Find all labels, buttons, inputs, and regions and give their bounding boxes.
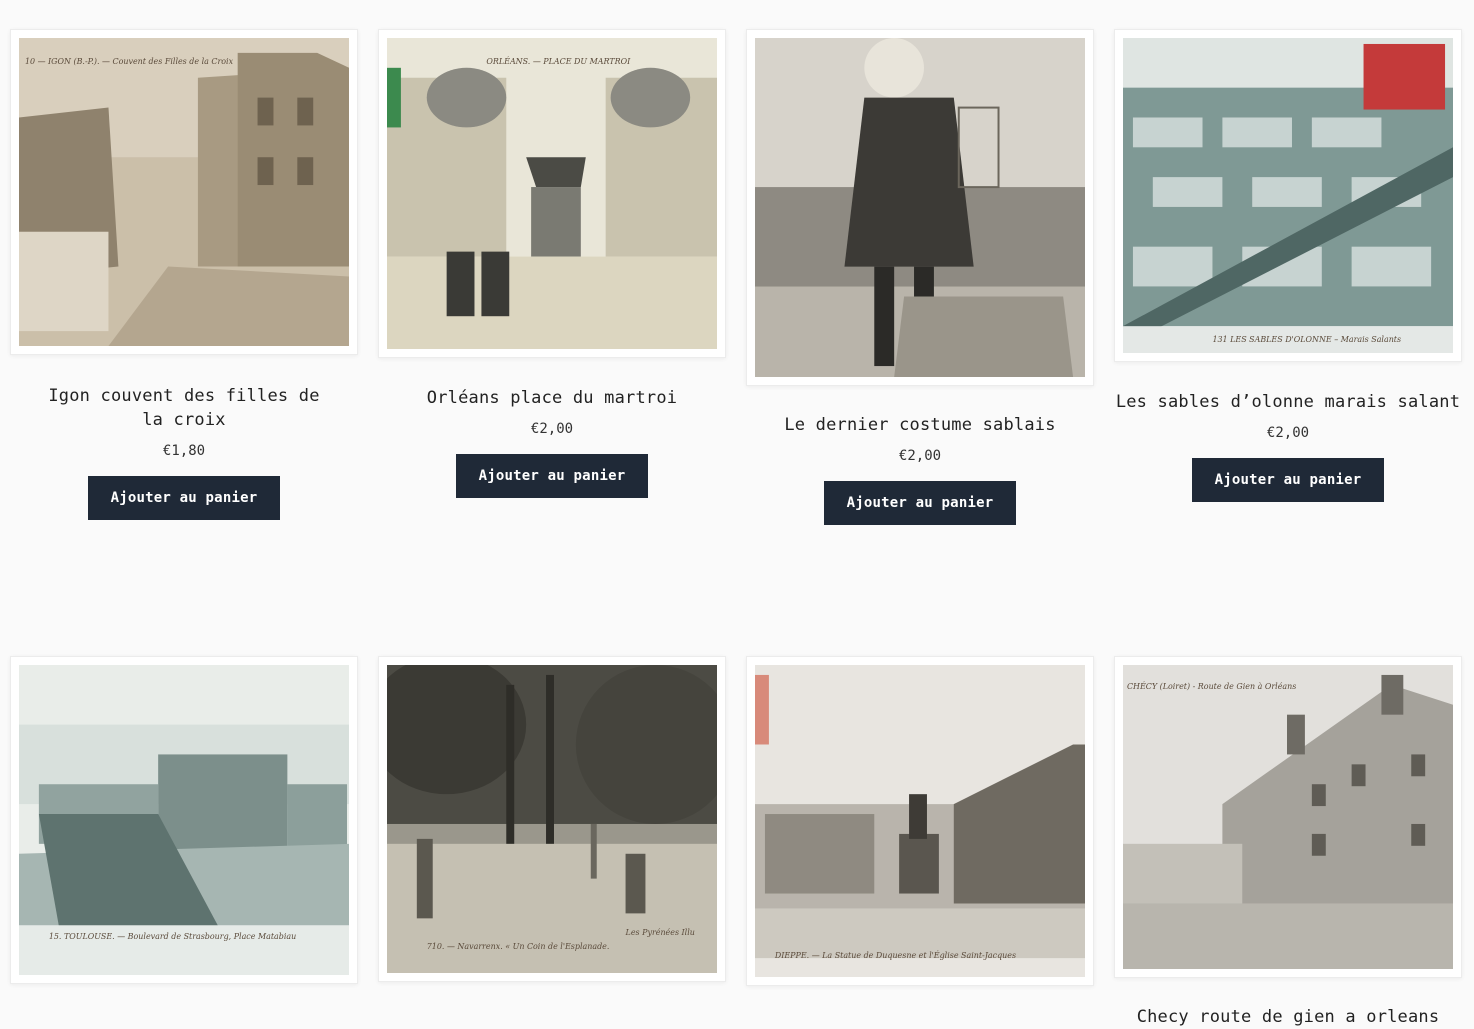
product-price: €2,00 [898,448,942,464]
product-photo: 15. TOULOUSE. — Boulevard de Strasbourg,… [19,665,349,975]
add-to-cart-button[interactable]: Ajouter au panier [1191,458,1385,502]
add-to-cart-button[interactable]: Ajouter au panier [823,481,1017,525]
product-image-link[interactable]: 710. — Navarrenx. « Un Coin de l'Esplana… [378,656,726,982]
product-card: ORLÉANS. — PLACE DU MARTROI Orléans plac… [378,29,726,498]
product-photo: DIEPPE. — La Statue de Duquesne et l'Égl… [755,665,1085,977]
product-title[interactable]: Orléans place du martroi [382,386,722,410]
product-photo: 131 LES SABLES D'OLONNE – Marais Salants [1123,38,1453,353]
product-card: 15. TOULOUSE. — Boulevard de Strasbourg,… [10,656,358,1011]
photo-caption: 15. TOULOUSE. — Boulevard de Strasbourg,… [49,932,296,941]
product-photo: 10 — IGON (B.-P.). — Couvent des Filles … [19,38,349,346]
product-card: DIEPPE. — La Statue de Duquesne et l'Égl… [746,656,1094,1013]
product-price: €2,00 [1266,425,1310,441]
product-card: CHÉCY (Loiret) - Route de Gien à Orléans… [1114,656,1462,1029]
product-title[interactable]: Le dernier costume sablais [750,413,1090,437]
product-image-link[interactable]: 15. TOULOUSE. — Boulevard de Strasbourg,… [10,656,358,984]
photo-caption: 10 — IGON (B.-P.). — Couvent des Filles … [25,57,234,66]
product-card: 10 — IGON (B.-P.). — Couvent des Filles … [10,29,358,520]
product-card: 710. — Navarrenx. « Un Coin de l'Esplana… [378,656,726,1009]
product-photo [755,38,1085,377]
product-price: €1,80 [162,443,206,459]
product-card: 131 LES SABLES D'OLONNE – Marais Salants… [1114,29,1462,502]
photo-caption: Les Pyrénées Illu [625,928,695,937]
product-image-link[interactable]: CHÉCY (Loiret) - Route de Gien à Orléans [1114,656,1462,978]
photo-caption: 710. — Navarrenx. « Un Coin de l'Esplana… [427,942,610,951]
product-price: €2,00 [530,421,574,437]
photo-caption: 131 LES SABLES D'OLONNE – Marais Salants [1212,335,1401,344]
product-photo: CHÉCY (Loiret) - Route de Gien à Orléans [1123,665,1453,969]
product-title[interactable]: Igon couvent des filles de la croix [34,384,334,432]
photo-caption: ORLÉANS. — PLACE DU MARTROI [486,57,631,66]
product-image-link[interactable]: 10 — IGON (B.-P.). — Couvent des Filles … [10,29,358,355]
add-to-cart-button[interactable]: Ajouter au panier [455,454,649,498]
add-to-cart-button[interactable]: Ajouter au panier [87,476,281,520]
product-image-link[interactable]: 131 LES SABLES D'OLONNE – Marais Salants [1114,29,1462,362]
product-image-link[interactable] [746,29,1094,386]
product-photo: 710. — Navarrenx. « Un Coin de l'Esplana… [387,665,717,973]
product-card: Le dernier costume sablais €2,00 Ajouter… [746,29,1094,525]
product-title[interactable]: Checy route de gien a orleans [1114,1005,1462,1029]
photo-caption: DIEPPE. — La Statue de Duquesne et l'Égl… [774,951,1016,960]
product-image-link[interactable]: ORLÉANS. — PLACE DU MARTROI [378,29,726,358]
product-image-link[interactable]: DIEPPE. — La Statue de Duquesne et l'Égl… [746,656,1094,986]
product-photo: ORLÉANS. — PLACE DU MARTROI [387,38,717,349]
photo-caption: CHÉCY (Loiret) - Route de Gien à Orléans [1127,682,1296,691]
product-title[interactable]: Les sables d’olonne marais salant [1114,390,1462,414]
